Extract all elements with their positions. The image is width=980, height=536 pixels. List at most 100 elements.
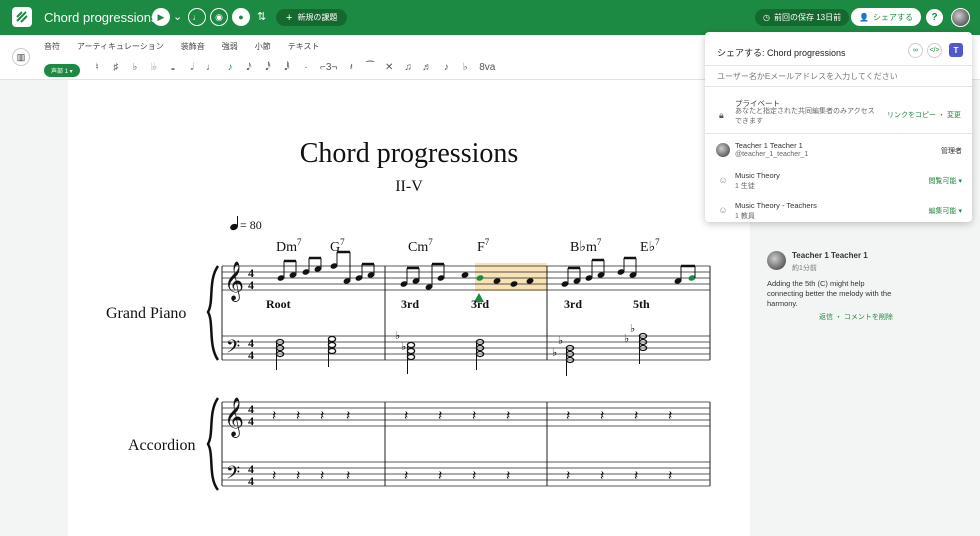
lyric[interactable]: Root xyxy=(266,297,291,311)
time-signature-bottom[interactable]: 4 xyxy=(248,278,254,292)
permission-dropdown[interactable]: 編集可能 ▾ xyxy=(929,206,962,216)
time-signature-bottom[interactable]: 4 xyxy=(248,414,254,428)
ottava-icon[interactable]: 8va xyxy=(479,62,495,73)
tab-measures[interactable]: 小節 xyxy=(255,41,271,52)
audio-settings-icon[interactable]: ◉ xyxy=(210,8,228,26)
app-logo-icon[interactable] xyxy=(12,7,32,27)
quarter-rest-icon[interactable]: 𝄽 xyxy=(600,469,604,484)
comment-actions[interactable]: 返信 ・ コメントを削除 xyxy=(819,312,893,322)
sixteenth-note-icon[interactable]: 𝅘𝅥𝅯 xyxy=(244,62,254,73)
chord-symbol[interactable]: E♭7 xyxy=(640,237,660,255)
share-button[interactable]: 👤 シェアする xyxy=(851,8,921,26)
quarter-rest-icon[interactable]: 𝄽 xyxy=(566,409,570,424)
quarter-rest-icon[interactable]: 𝄽 xyxy=(668,409,672,424)
treble-clef-icon[interactable]: 𝄞 xyxy=(224,398,244,438)
lyric[interactable]: 3rd xyxy=(564,297,582,311)
cross-note-icon[interactable]: ✕ xyxy=(384,62,394,73)
quarter-rest-icon[interactable]: 𝄽 xyxy=(272,409,276,424)
tie-icon[interactable]: ⁀ xyxy=(365,62,375,73)
beam-icon[interactable]: ♬ xyxy=(422,62,432,73)
sharp-icon[interactable]: ♯ xyxy=(111,62,121,73)
lyric[interactable]: 3rd xyxy=(401,297,419,311)
chord-symbols: Dm7 G7 Cm7 F7 B♭m7 E♭7 xyxy=(276,237,660,255)
thirty-second-note-icon[interactable]: 𝅘𝅥𝅰 xyxy=(263,62,273,73)
quarter-rest-icon[interactable]: 𝄽 xyxy=(346,409,350,424)
bass-clef-icon[interactable]: 𝄢 xyxy=(226,336,240,361)
user-search-input[interactable]: ユーザー名かEメールアドレスを入力してください xyxy=(705,65,972,87)
play-icon: ▶ xyxy=(157,11,165,22)
quarter-rest-icon[interactable]: 𝄽 xyxy=(296,409,300,424)
copy-link-button[interactable]: リンクをコピー ・ 変更 xyxy=(887,110,961,120)
help-button[interactable]: ? xyxy=(926,9,943,26)
flat-icon[interactable]: ♭ xyxy=(130,62,140,73)
quarter-rest-icon[interactable]: 𝄽 xyxy=(438,469,442,484)
quarter-rest-icon[interactable]: 𝄽 xyxy=(438,409,442,424)
voice-selector[interactable]: 声部 1 ▾ xyxy=(44,64,80,77)
quarter-rest-icon[interactable]: 𝄽 xyxy=(404,409,408,424)
quarter-rest-icon[interactable]: 𝄽 xyxy=(346,469,350,484)
quarter-rest-icon[interactable]: 𝄽 xyxy=(634,409,638,424)
piano-keyboard-icon[interactable]: ▥ xyxy=(12,48,30,66)
tab-articulations[interactable]: アーティキュレーション xyxy=(77,41,164,52)
quarter-rest-icon[interactable]: 𝄽 xyxy=(634,469,638,484)
playback-options-chevron-icon[interactable]: ⌄ xyxy=(173,10,182,23)
quarter-note-icon[interactable]: ♩ xyxy=(206,62,216,73)
tab-ornaments[interactable]: 装飾音 xyxy=(181,41,205,52)
eighth-note-icon[interactable]: ♪ xyxy=(225,62,235,73)
grace-note-icon[interactable]: ♪ xyxy=(441,62,451,73)
quarter-rest-icon[interactable]: 𝄽 xyxy=(320,409,324,424)
chord-icon[interactable]: ♫ xyxy=(403,62,413,73)
double-accidental-icon[interactable]: 𝄫 xyxy=(149,62,159,73)
instrument-name[interactable]: Grand Piano xyxy=(106,305,186,322)
half-note-icon[interactable]: 𝅗𝅥 xyxy=(187,62,197,73)
flat-icon: ♭ xyxy=(624,333,629,345)
chord-symbol[interactable]: B♭m7 xyxy=(570,237,602,255)
whole-note-icon[interactable]: 𝅝 xyxy=(168,62,178,73)
quarter-rest-icon[interactable]: 𝄽 xyxy=(472,469,476,484)
tab-notes[interactable]: 音符 xyxy=(44,41,60,52)
treble-clef-icon[interactable]: 𝄞 xyxy=(224,262,244,302)
tab-text[interactable]: テキスト xyxy=(288,41,320,52)
lyric[interactable]: 3rd xyxy=(471,297,489,311)
user-avatar[interactable] xyxy=(951,8,970,27)
metronome-icon[interactable]: ♩ xyxy=(188,8,206,26)
quarter-rest-icon[interactable]: 𝄽 xyxy=(506,409,510,424)
embed-code-icon[interactable]: </> xyxy=(927,43,942,58)
time-signature-bottom[interactable]: 4 xyxy=(248,348,254,362)
chord-symbol[interactable]: Dm7 xyxy=(276,237,302,255)
dot-icon[interactable]: · xyxy=(301,62,311,73)
play-button[interactable]: ▶ xyxy=(152,8,170,26)
microphone-icon[interactable]: ● xyxy=(232,8,250,26)
bass-clef-icon[interactable]: 𝄢 xyxy=(226,462,240,487)
last-saved-button[interactable]: ◷ 前回の保存 13日前 xyxy=(755,9,850,26)
quarter-rest-icon[interactable]: 𝄽 xyxy=(320,469,324,484)
link-icon[interactable]: ∞ xyxy=(908,43,923,58)
quarter-rest-icon[interactable]: 𝄽 xyxy=(566,469,570,484)
quarter-rest-icon[interactable]: 𝄽 xyxy=(600,409,604,424)
tempo-marking[interactable]: = 80 xyxy=(229,216,262,232)
comment-author: Teacher 1 Teacher 1 xyxy=(792,251,868,260)
teams-icon[interactable]: T xyxy=(949,43,963,57)
note[interactable] xyxy=(461,271,470,278)
transpose-icon[interactable]: ⇅ xyxy=(257,10,266,23)
instrument-name[interactable]: Accordion xyxy=(128,437,196,454)
rest-icon[interactable]: 𝄽 xyxy=(346,62,356,73)
time-signature-bottom[interactable]: 4 xyxy=(248,474,254,488)
quarter-rest-icon[interactable]: 𝄽 xyxy=(506,469,510,484)
tuplet-icon[interactable]: ⌐3¬ xyxy=(320,62,337,73)
permission-dropdown[interactable]: 閲覧可能 ▾ xyxy=(929,176,962,186)
quarter-rest-icon[interactable]: 𝄽 xyxy=(296,469,300,484)
document-title[interactable]: Chord progressions xyxy=(44,10,157,25)
chord-symbol[interactable]: Cm7 xyxy=(408,237,433,255)
quarter-rest-icon[interactable]: 𝄽 xyxy=(272,469,276,484)
flat-grace-icon[interactable]: ♭ xyxy=(460,62,470,73)
sixty-fourth-note-icon[interactable]: 𝅘𝅥𝅱 xyxy=(282,62,292,73)
quarter-rest-icon[interactable]: 𝄽 xyxy=(668,469,672,484)
new-task-button[interactable]: + 新規の課題 xyxy=(276,9,348,26)
lyric[interactable]: 5th xyxy=(633,297,650,311)
tab-dynamics[interactable]: 強弱 xyxy=(222,41,238,52)
quarter-rest-icon[interactable]: 𝄽 xyxy=(472,409,476,424)
chord-symbol[interactable]: F7 xyxy=(477,237,490,255)
natural-icon[interactable]: ♮ xyxy=(92,62,102,73)
quarter-rest-icon[interactable]: 𝄽 xyxy=(404,469,408,484)
